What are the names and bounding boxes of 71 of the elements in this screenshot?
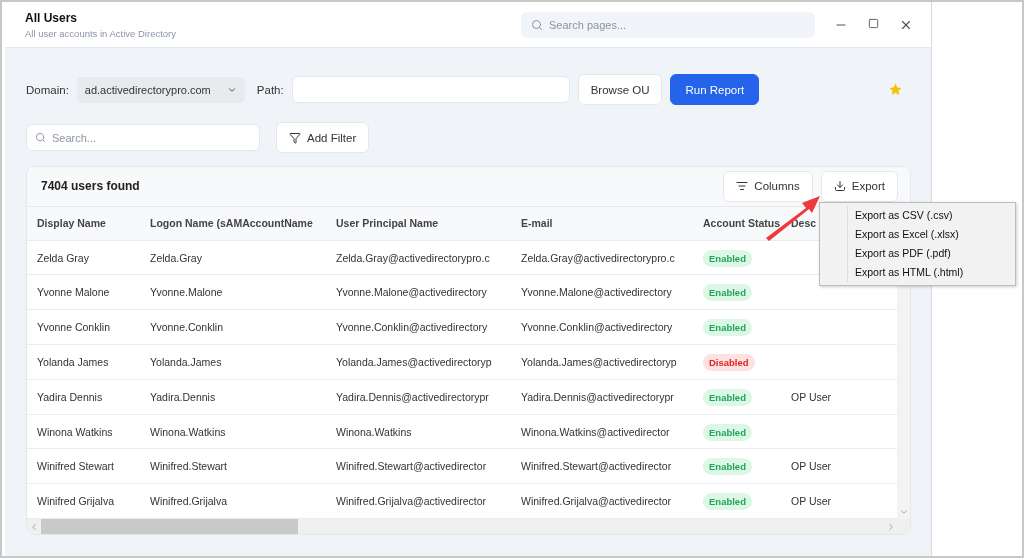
status-badge: Enabled [703, 249, 752, 267]
table-cell: Zelda.Gray@activedirectorypro.c [336, 251, 490, 264]
table-cell: Zelda Gray [37, 251, 89, 264]
table-cell: Winifred.Grijalva [150, 495, 228, 508]
browse-ou-button[interactable]: Browse OU [577, 74, 663, 105]
table-cell: Yadira Dennis [37, 390, 103, 403]
table-cell: OP User [791, 390, 832, 403]
column-header[interactable]: User Principal Name [336, 217, 521, 230]
maximize-icon[interactable] [868, 17, 879, 29]
table-cell: Yolanda.James@activedirectoryp [336, 355, 492, 368]
download-icon [833, 180, 846, 193]
table-cell: Yolanda.James [150, 355, 222, 368]
table-cell: Yvonne.Malone@activedirectory [336, 286, 487, 299]
chevron-left-icon[interactable] [29, 521, 39, 532]
columns-button[interactable]: Columns [723, 170, 813, 202]
filter-icon [289, 131, 301, 144]
search-icon [531, 18, 543, 31]
table-cell: Winifred.Grijalva@activedirector [521, 495, 672, 508]
window-title: All Users [25, 10, 79, 25]
table-cell: Yadira.Dennis@activedirectorypr [336, 390, 489, 403]
table-cell: Yvonne Malone [37, 286, 110, 299]
status-badge: Enabled [703, 493, 752, 511]
path-label: Path: [256, 83, 284, 96]
status-badge: Enabled [703, 458, 752, 476]
table-cell: Yadira.Dennis@activedirectorypr [521, 390, 674, 403]
star-icon[interactable] [889, 83, 902, 96]
path-field[interactable] [291, 76, 570, 103]
run-report-button[interactable]: Run Report [670, 74, 760, 105]
status-badge: Enabled [703, 423, 752, 441]
column-header[interactable]: E-mail [521, 217, 703, 230]
table-cell: Zelda.Gray@activedirectorypro.c [521, 251, 675, 264]
table-cell: Winifred.Stewart [150, 460, 228, 473]
window-subtitle: All user accounts in Active Directory [25, 27, 177, 39]
status-badge: Enabled [703, 388, 752, 406]
chevron-down-icon[interactable] [898, 507, 909, 517]
table-cell: Yvonne.Conklin [150, 321, 223, 334]
results-count: 7404 users found [41, 179, 140, 194]
table-cell: Zelda.Gray [150, 251, 202, 264]
table-cell: Winifred.Grijalva@activedirector [336, 495, 487, 508]
status-badge: Disabled [703, 353, 755, 371]
export-button[interactable]: Export [820, 170, 898, 202]
table-cell: Yvonne.Malone [150, 286, 223, 299]
table-cell: Winona.Watkins [150, 425, 226, 438]
column-header[interactable]: Logon Name (sAMAccountName [150, 217, 336, 230]
horizontal-scrollbar[interactable] [27, 519, 910, 534]
table-cell: Winifred Stewart [37, 460, 115, 473]
table-cell: Yolanda James [37, 355, 109, 368]
column-header[interactable]: Account Status [703, 217, 791, 230]
domain-dropdown[interactable]: ad.activedirectorypro.com [76, 76, 245, 103]
status-badge: Enabled [703, 284, 752, 302]
add-filter-button[interactable]: Add Filter [276, 122, 370, 153]
table-cell: Yolanda.James@activedirectoryp [521, 355, 677, 368]
table-cell: OP User [791, 495, 832, 508]
table-cell: Winifred.Stewart@activedirector [336, 460, 487, 473]
table-cell: Winona Watkins [37, 425, 113, 438]
search-icon [35, 132, 46, 143]
table-cell: Winifred Grijalva [37, 495, 115, 508]
table-cell: Winona.Watkins [336, 425, 412, 438]
list-icon [736, 180, 749, 193]
table-cell: Yadira.Dennis [150, 390, 216, 403]
column-header[interactable]: Display Name [37, 217, 150, 230]
table-cell: Yvonne.Malone@activedirectory [521, 286, 672, 299]
domain-label: Domain: [26, 83, 69, 96]
table-cell: OP User [791, 460, 832, 473]
chevron-right-icon[interactable] [886, 521, 896, 532]
table-cell: Yvonne Conklin [37, 321, 110, 334]
table-cell: Winona.Watkins@activedirector [521, 425, 670, 438]
table-cell: Winifred.Stewart@activedirector [521, 460, 672, 473]
status-badge: Enabled [703, 319, 752, 337]
table-cell: Yvonne.Conklin@activedirectory [521, 321, 673, 334]
table-cell: Yvonne.Conklin@activedirectory [336, 321, 488, 334]
